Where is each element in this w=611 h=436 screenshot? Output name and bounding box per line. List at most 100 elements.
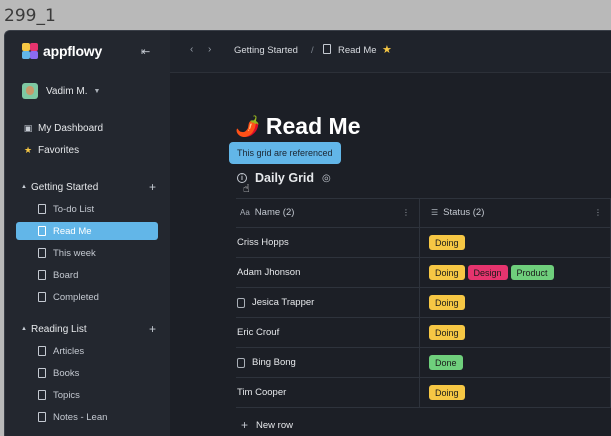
logo-text: appflowy xyxy=(43,43,103,59)
table-row[interactable]: Bing Bong Done xyxy=(236,348,611,378)
row-name: Adam Jhonson xyxy=(237,267,301,278)
collapse-triangle-icon[interactable]: ▲ xyxy=(17,184,31,190)
sidebar-item-label: Favorites xyxy=(38,144,80,156)
document-icon xyxy=(38,368,46,378)
section-label: Reading List xyxy=(31,323,87,335)
sidebar-item-label: My Dashboard xyxy=(38,122,104,134)
status-cell[interactable]: Done xyxy=(429,355,466,370)
page-label: Topics xyxy=(53,389,80,401)
row-name: Eric Crouf xyxy=(237,327,280,338)
document-icon xyxy=(237,297,245,308)
status-cell[interactable]: Doing xyxy=(429,235,468,250)
table-row[interactable]: Criss Hopps Doing xyxy=(236,228,611,258)
new-row-label: New row xyxy=(256,419,293,431)
status-cell[interactable]: Doing xyxy=(429,385,468,400)
table-row[interactable]: Eric Crouf Doing xyxy=(236,318,611,348)
user-name: Vadim M. xyxy=(46,85,88,97)
page-label: Books xyxy=(53,367,80,379)
name-cell[interactable]: Jesica Trapper xyxy=(237,297,314,308)
status-cell[interactable]: Doing Design Product xyxy=(429,265,557,280)
document-icon xyxy=(38,292,46,302)
column-header-name[interactable]: Aa Name (2) xyxy=(240,207,294,218)
page-label: This week xyxy=(53,247,96,259)
table-row[interactable]: Tim Cooper Doing xyxy=(236,378,611,408)
breadcrumb-separator: / xyxy=(311,45,314,56)
table-row[interactable]: Adam Jhonson Doing Design Product xyxy=(236,258,611,288)
text-type-icon: Aa xyxy=(240,208,250,217)
back-arrow-icon[interactable]: ‹ xyxy=(190,44,193,55)
avatar xyxy=(22,83,38,99)
name-cell[interactable]: Criss Hopps xyxy=(237,237,289,248)
row-name: Jesica Trapper xyxy=(252,297,315,308)
row-name: Criss Hopps xyxy=(237,237,289,248)
document-icon xyxy=(38,204,46,214)
plus-icon: + xyxy=(241,418,249,432)
page-label: Board xyxy=(53,269,79,281)
grid-heading: i Daily Grid ◎ xyxy=(237,171,331,185)
row-name: Bing Bong xyxy=(252,357,296,368)
add-page-icon[interactable]: + xyxy=(149,180,156,194)
window-caption: 299_1 xyxy=(4,6,56,26)
sidebar: appflowy ⇤ Vadim M. ▼ ▣ My Dashboard ★ F… xyxy=(5,31,170,436)
collapse-sidebar-icon[interactable]: ⇤ xyxy=(141,45,150,58)
sidebar-item-my-dashboard[interactable]: ▣ My Dashboard xyxy=(15,119,158,137)
sidebar-page-board[interactable]: Board xyxy=(16,266,158,284)
sidebar-page-todo-list[interactable]: To-do List xyxy=(16,200,158,218)
name-cell[interactable]: Tim Cooper xyxy=(237,387,286,398)
page-emoji[interactable]: 🌶️ xyxy=(235,117,260,137)
status-tag: Doing xyxy=(429,325,465,340)
settings-icon[interactable]: ◎ xyxy=(322,173,331,184)
status-cell[interactable]: Doing xyxy=(429,325,468,340)
page-title-text[interactable]: Read Me xyxy=(266,113,361,140)
document-icon xyxy=(38,248,46,258)
sidebar-section-reading-list[interactable]: ▲ Reading List + xyxy=(17,320,160,338)
page-label: To-do List xyxy=(53,203,95,215)
dashboard-icon: ▣ xyxy=(23,122,33,133)
name-cell[interactable]: Eric Crouf xyxy=(237,327,279,338)
forward-arrow-icon[interactable]: › xyxy=(208,44,211,55)
app-logo: appflowy xyxy=(22,43,102,59)
breadcrumb-current[interactable]: Read Me xyxy=(338,45,377,56)
table-row[interactable]: Jesica Trapper Doing xyxy=(236,288,611,318)
app-window: appflowy ⇤ Vadim M. ▼ ▣ My Dashboard ★ F… xyxy=(4,30,611,436)
sidebar-page-topics[interactable]: Topics xyxy=(16,386,158,404)
new-row-button[interactable]: + New row xyxy=(241,418,293,432)
appflowy-logo-icon xyxy=(22,43,38,59)
sidebar-item-favorites[interactable]: ★ Favorites xyxy=(15,141,158,159)
document-icon xyxy=(38,390,46,400)
status-cell[interactable]: Doing xyxy=(429,295,468,310)
sidebar-page-completed[interactable]: Completed xyxy=(16,288,158,306)
collapse-triangle-icon[interactable]: ▲ xyxy=(17,326,31,332)
column-options-icon[interactable]: ⋮ xyxy=(594,208,602,217)
column-header-status[interactable]: ☰ Status (2) xyxy=(431,207,484,218)
name-cell[interactable]: Adam Jhonson xyxy=(237,267,300,278)
column-options-icon[interactable]: ⋮ xyxy=(402,208,410,217)
status-tag: Done xyxy=(429,355,463,370)
top-bar: ‹ › Getting Started / Read Me ★ xyxy=(170,31,611,73)
grid-title[interactable]: Daily Grid xyxy=(255,171,314,185)
user-menu[interactable]: Vadim M. ▼ xyxy=(22,83,100,99)
status-tag: Design xyxy=(467,265,508,280)
name-cell[interactable]: Bing Bong xyxy=(237,357,296,368)
main-content: ‹ › Getting Started / Read Me ★ 🌶️ Read … xyxy=(170,31,611,436)
sidebar-section-getting-started[interactable]: ▲ Getting Started + xyxy=(17,178,160,196)
page-label: Notes - Lean xyxy=(53,411,108,423)
breadcrumb-parent[interactable]: Getting Started xyxy=(234,45,298,56)
chevron-down-icon: ▼ xyxy=(93,87,101,95)
sidebar-page-notes-lean[interactable]: Notes - Lean xyxy=(16,408,158,426)
status-tag: Doing xyxy=(429,265,465,280)
column-label: Status (2) xyxy=(443,207,485,218)
sidebar-page-read-me[interactable]: Read Me xyxy=(16,222,158,240)
document-icon xyxy=(323,44,331,54)
sidebar-page-articles[interactable]: Articles xyxy=(16,342,158,360)
status-tag: Doing xyxy=(429,295,465,310)
status-tag: Doing xyxy=(429,385,465,400)
add-page-icon[interactable]: + xyxy=(149,322,156,336)
page-label: Articles xyxy=(53,345,85,357)
sidebar-page-books[interactable]: Books xyxy=(16,364,158,382)
favorite-star-icon[interactable]: ★ xyxy=(382,43,392,56)
daily-grid: Aa Name (2) ⋮ ☰ Status (2) ⋮ Criss Hopps… xyxy=(236,198,611,408)
sidebar-page-this-week[interactable]: This week xyxy=(16,244,158,262)
document-icon xyxy=(38,346,46,356)
star-icon: ★ xyxy=(23,144,33,155)
